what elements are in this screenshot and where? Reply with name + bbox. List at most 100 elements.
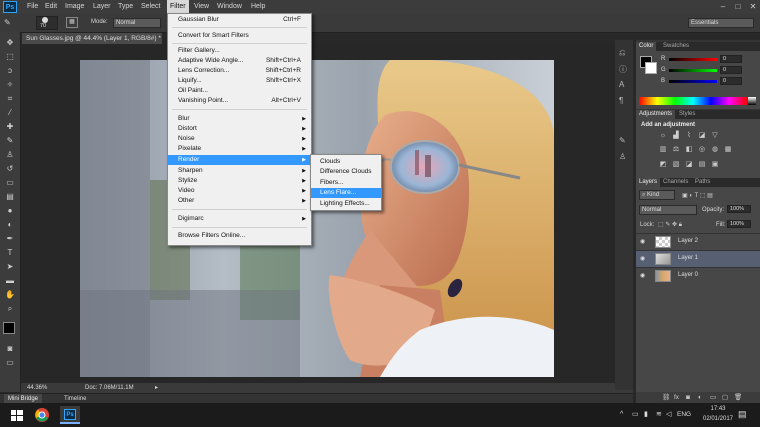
hue-saturation-icon[interactable]: ▥ — [658, 146, 668, 154]
channel-b-slider[interactable] — [669, 80, 717, 83]
channel-g-slider[interactable] — [669, 69, 717, 72]
brush-panel-toggle-icon[interactable]: ▦ — [66, 17, 78, 28]
layer-row-selected[interactable]: ◉ Layer 1 — [636, 250, 760, 267]
tab-channels[interactable]: Channels — [660, 178, 691, 187]
blur-tool-icon[interactable]: ● — [5, 206, 15, 216]
blend-mode-select[interactable]: Normal — [639, 205, 697, 215]
fill-field[interactable]: 100% — [727, 220, 751, 228]
menu-image[interactable]: Image — [65, 0, 84, 14]
new-layer-icon[interactable]: ▢ — [722, 392, 728, 403]
threshold-icon[interactable]: ◪ — [684, 161, 694, 169]
submenu-item-fibers[interactable]: Fibers... — [311, 178, 381, 188]
mode-select[interactable]: Normal — [113, 18, 161, 28]
menu-filter[interactable]: Filter — [167, 0, 189, 14]
menu-item-render[interactable]: Render ▶ — [168, 155, 311, 165]
visibility-eye-icon[interactable]: ◉ — [640, 272, 645, 279]
fx-icon[interactable]: fx — [674, 392, 679, 403]
levels-icon[interactable]: ▟ — [671, 132, 681, 140]
language-indicator[interactable]: ENG — [677, 411, 691, 418]
quick-mask-icon[interactable]: ◙ — [5, 344, 15, 354]
gradient-tool-icon[interactable]: ▤ — [5, 192, 15, 202]
menu-item-lens-correction[interactable]: Lens Correction... Shift+Ctrl+R — [168, 66, 311, 76]
tab-color[interactable]: Color — [636, 42, 657, 51]
color-spectrum-bar[interactable] — [639, 97, 747, 105]
document-tab[interactable]: Sun Glasses.jpg @ 44.4% (Layer 1, RGB/8#… — [22, 33, 162, 53]
brush-tool-icon-sidebar[interactable]: ✎ — [5, 136, 15, 146]
menu-item-gaussian-blur[interactable]: Gaussian Blur Ctrl+F — [168, 15, 311, 25]
tab-layers[interactable]: Layers — [636, 178, 661, 187]
trash-icon[interactable]: 🗑︎ — [734, 392, 742, 403]
menu-edit[interactable]: Edit — [45, 0, 57, 14]
layer-filter-type-icons[interactable]: ▣ ◐ T ⬚ ▤ — [682, 192, 713, 199]
color-balance-icon[interactable]: ⚖ — [671, 146, 681, 154]
foreground-color-swatch[interactable] — [3, 322, 15, 334]
brightness-contrast-icon[interactable]: ☼ — [658, 132, 668, 140]
type-tool-icon[interactable]: T — [5, 248, 15, 258]
layer-filter-kind[interactable]: ⌕ Kind — [639, 190, 675, 200]
marquee-tool-icon[interactable]: ⬚ — [5, 52, 15, 62]
tray-volume-icon[interactable]: ◁ — [666, 410, 671, 418]
eraser-tool-icon[interactable]: ▭ — [5, 178, 15, 188]
menu-item-liquify[interactable]: Liquify... Shift+Ctrl+X — [168, 76, 311, 86]
properties-panel-icon[interactable]: ⓘ — [619, 64, 627, 75]
tray-up-arrow-icon[interactable]: ^ — [620, 411, 623, 418]
paragraph-panel-icon[interactable]: ¶ — [619, 96, 623, 105]
windows-start-icon[interactable] — [8, 406, 26, 424]
menu-item-distort[interactable]: Distort ▶ — [168, 124, 311, 134]
submenu-item-difference-clouds[interactable]: Difference Clouds — [311, 167, 381, 177]
vibrance-icon[interactable]: ▽ — [710, 132, 720, 140]
quick-select-tool-icon[interactable]: ✧ — [5, 80, 15, 90]
submenu-item-lighting-effects[interactable]: Lighting Effects... — [311, 199, 381, 209]
layer-name[interactable]: Layer 1 — [678, 255, 698, 261]
black-white-icon[interactable]: ◧ — [684, 146, 694, 154]
menu-item-video[interactable]: Video ▶ — [168, 186, 311, 196]
pen-tool-icon[interactable]: ✒ — [5, 234, 15, 244]
history-panel-icon[interactable]: ⎌ — [619, 48, 625, 58]
menu-view[interactable]: View — [194, 0, 209, 14]
channel-g-value[interactable]: 0 — [720, 66, 742, 74]
tab-styles[interactable]: Styles — [676, 110, 698, 119]
clone-stamp-tool-icon[interactable]: ♙ — [5, 150, 15, 160]
channel-r-value[interactable]: 0 — [720, 55, 742, 63]
layer-row[interactable]: ◉ Layer 0 — [636, 267, 760, 284]
move-tool-icon[interactable]: ✥ — [5, 38, 15, 48]
link-icon[interactable]: ⛓ — [662, 392, 670, 403]
character-panel-icon[interactable]: A — [619, 80, 624, 89]
tray-network-icon[interactable]: ▭ — [632, 410, 639, 418]
menu-item-oil-paint[interactable]: Oil Paint... — [168, 86, 311, 96]
visibility-eye-icon[interactable]: ◉ — [640, 238, 645, 245]
chrome-icon[interactable] — [33, 406, 51, 424]
background-color-chip[interactable] — [645, 62, 657, 74]
menu-item-blur[interactable]: Blur ▶ — [168, 114, 311, 124]
menu-help[interactable]: Help — [251, 0, 265, 14]
gradient-map-icon[interactable]: ▤ — [697, 161, 707, 169]
color-lookup-icon[interactable]: ▦ — [723, 146, 733, 154]
shape-tool-icon[interactable]: ▬ — [5, 276, 15, 286]
layer-name[interactable]: Layer 0 — [678, 272, 698, 278]
brush-tool-icon[interactable]: ✎ — [4, 18, 16, 28]
mask-icon[interactable]: ◙ — [686, 392, 690, 403]
curves-icon[interactable]: ⌇ — [684, 132, 694, 140]
menu-item-adaptive-wide-angle[interactable]: Adaptive Wide Angle... Shift+Ctrl+A — [168, 56, 311, 66]
brush-preset-picker[interactable]: 70 — [36, 16, 58, 30]
close-window-button[interactable]: ✕ — [748, 2, 758, 11]
brush-panel-icon[interactable]: ✎ — [619, 136, 626, 145]
folder-icon[interactable]: ▭ — [710, 392, 716, 403]
exposure-icon[interactable]: ◪ — [697, 132, 707, 140]
adjustment-icon[interactable]: ◐ — [698, 392, 702, 403]
maximize-button[interactable]: □ — [733, 2, 743, 11]
crop-tool-icon[interactable]: ⌗ — [5, 94, 15, 104]
hand-tool-icon[interactable]: ✋ — [5, 290, 15, 300]
canvas-image[interactable] — [80, 60, 554, 377]
menu-item-sharpen[interactable]: Sharpen ▶ — [168, 166, 311, 176]
menu-file[interactable]: File — [27, 0, 38, 14]
menu-item-pixelate[interactable]: Pixelate ▶ — [168, 144, 311, 154]
layer-row[interactable]: ◉ Layer 2 — [636, 233, 760, 250]
layer-name[interactable]: Layer 2 — [678, 238, 698, 244]
menu-item-stylize[interactable]: Stylize ▶ — [168, 176, 311, 186]
menu-item-convert-smart-filters[interactable]: Convert for Smart Filters — [168, 31, 311, 41]
tray-wifi-icon[interactable]: ≋ — [656, 410, 662, 418]
menu-item-noise[interactable]: Noise ▶ — [168, 134, 311, 144]
photo-filter-icon[interactable]: ◎ — [697, 146, 707, 154]
tray-battery-icon[interactable]: ▮ — [644, 410, 648, 418]
